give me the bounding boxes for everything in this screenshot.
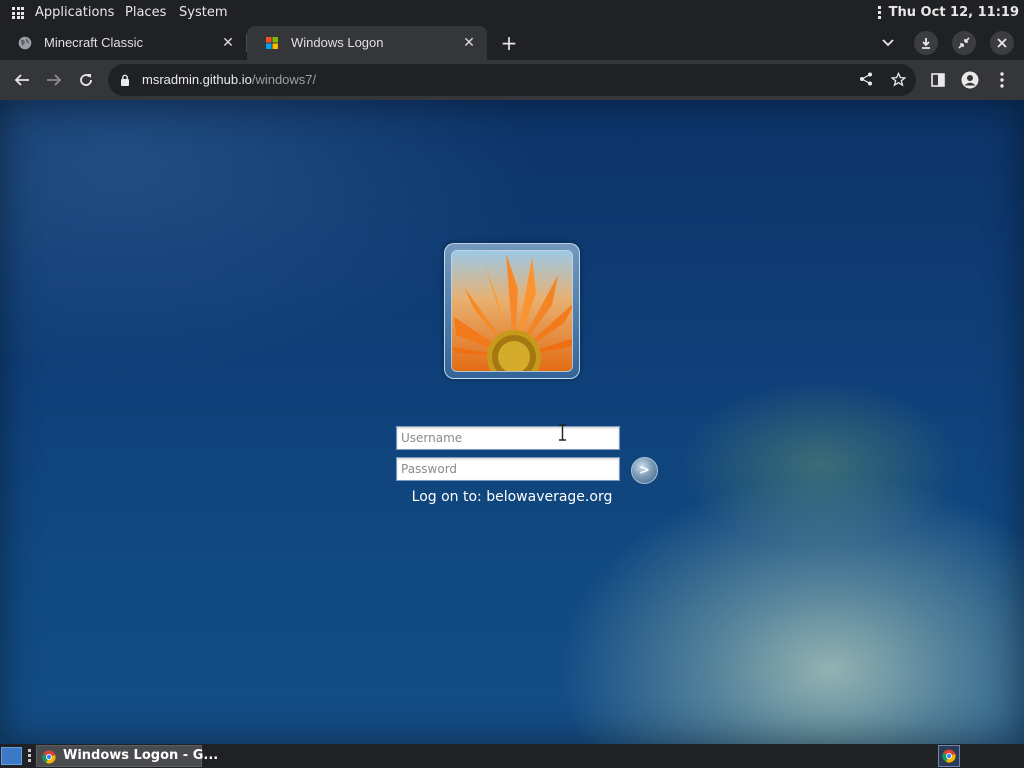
restore-window-icon[interactable]: [952, 31, 976, 55]
logon-domain-text: Log on to: belowaverage.org: [411, 489, 613, 505]
url-path: /windows7/: [251, 72, 317, 87]
globe-icon: [18, 36, 32, 50]
new-tab-plus-icon[interactable]: +: [499, 33, 519, 53]
side-panel-icon[interactable]: [926, 68, 950, 92]
url-host: msradmin.github.io: [142, 72, 252, 87]
password-field[interactable]: [396, 457, 620, 481]
bottom-taskbar: Windows Logon - G...: [0, 744, 1024, 768]
taskbar-window-item[interactable]: Windows Logon - G...: [36, 745, 218, 767]
tab-title: Windows Logon: [291, 35, 384, 50]
text-cursor-icon: [559, 424, 566, 441]
lock-icon[interactable]: [120, 74, 130, 86]
share-icon[interactable]: [858, 72, 874, 88]
tab-strip: Minecraft Classic ✕ Windows Logon ✕ +: [0, 26, 1024, 60]
menu-places[interactable]: Places: [125, 5, 166, 20]
close-window-icon[interactable]: [990, 31, 1014, 55]
tab-title: Minecraft Classic: [44, 35, 143, 50]
tab-close-icon[interactable]: ✕: [461, 35, 477, 51]
orange-flower-avatar: [451, 250, 573, 372]
back-arrow-icon[interactable]: [10, 68, 34, 92]
tray-chrome-icon[interactable]: [938, 745, 960, 767]
browser-toolbar: msradmin.github.io/windows7/: [0, 60, 1024, 100]
user-avatar-frame: [444, 243, 580, 379]
download-icon[interactable]: [914, 31, 938, 55]
forward-arrow-icon[interactable]: [42, 68, 66, 92]
windows-logon-page: > Log on to: belowaverage.org: [0, 100, 1024, 744]
menu-system[interactable]: System: [179, 5, 227, 20]
clock-area[interactable]: Thu Oct 12, 11:19: [877, 5, 1019, 20]
star-icon[interactable]: [889, 71, 907, 88]
logon-submit-button[interactable]: >: [631, 457, 658, 484]
kebab-menu-icon[interactable]: [990, 68, 1014, 92]
taskbar-window-label: Windows Logon - G...: [63, 748, 219, 763]
tab-minecraft-classic[interactable]: Minecraft Classic ✕: [0, 26, 246, 60]
address-bar[interactable]: msradmin.github.io/windows7/: [108, 64, 916, 96]
panel-handle-icon: [877, 6, 881, 19]
url-text[interactable]: msradmin.github.io/windows7/: [142, 72, 316, 87]
username-field[interactable]: [396, 426, 620, 450]
apps-grid-icon[interactable]: [12, 7, 24, 19]
clock[interactable]: Thu Oct 12, 11:19: [889, 5, 1019, 20]
tab-search-chevron-down-icon[interactable]: [876, 31, 900, 55]
reload-icon[interactable]: [74, 68, 98, 92]
chrome-icon: [42, 750, 56, 764]
tab-windows-logon[interactable]: Windows Logon ✕: [247, 26, 487, 60]
tab-close-icon[interactable]: ✕: [220, 35, 236, 51]
windows-logo-icon: [266, 37, 278, 49]
menu-applications[interactable]: Applications: [35, 5, 114, 20]
top-panel: Applications Places System Thu Oct 12, 1…: [0, 0, 1024, 26]
profile-icon[interactable]: [958, 68, 982, 92]
show-desktop-icon[interactable]: [1, 747, 22, 765]
taskbar-handle-icon: [28, 749, 31, 762]
